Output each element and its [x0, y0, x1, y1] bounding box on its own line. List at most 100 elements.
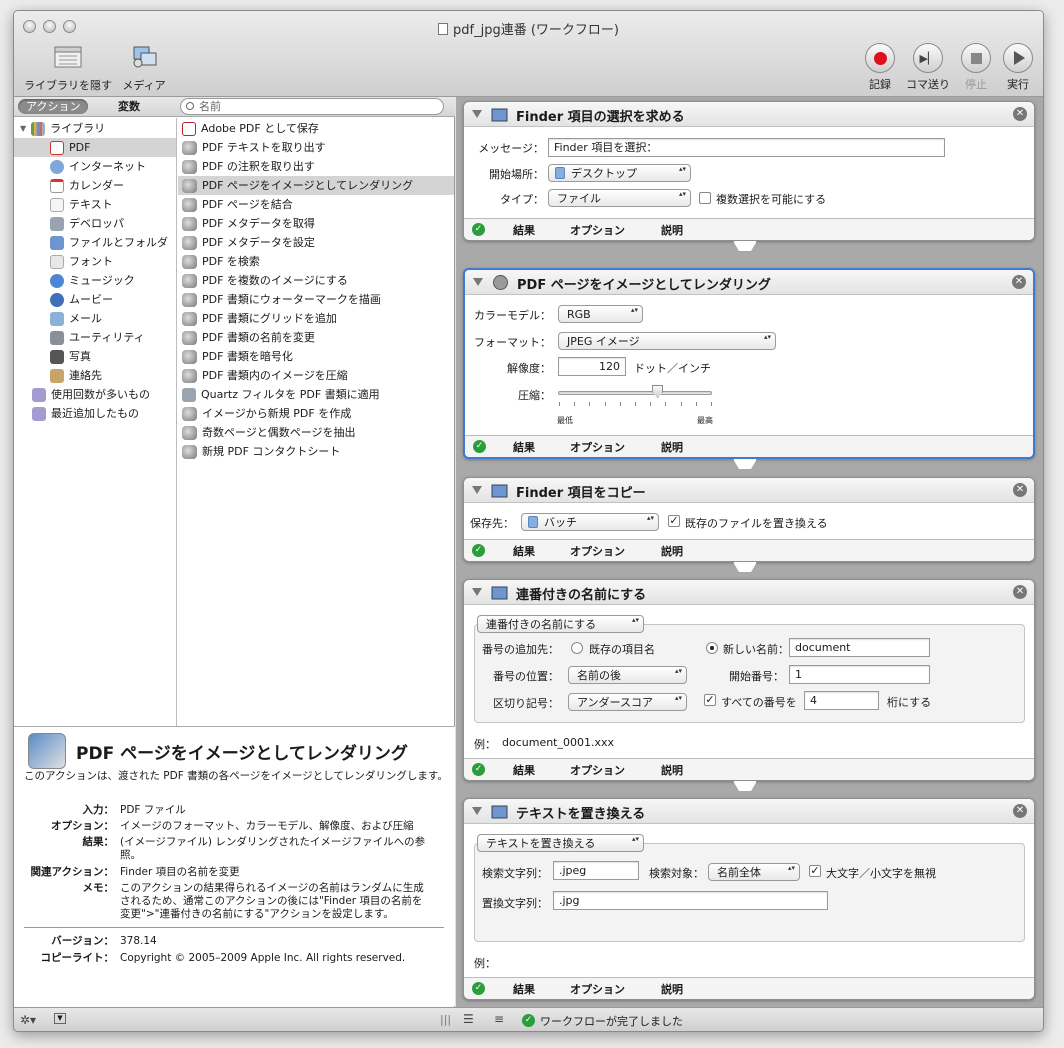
card-header[interactable]: 連番付きの名前にする ✕ — [464, 580, 1034, 605]
message-field[interactable]: Finder 項目を選択： — [548, 138, 945, 157]
action-item[interactable]: Adobe PDF として保存 — [178, 119, 454, 138]
tree-item-internet[interactable]: インターネット — [50, 157, 146, 176]
color-model-popup[interactable]: RGB — [558, 305, 643, 323]
digits-field[interactable]: 4 — [804, 691, 879, 710]
resolution-field[interactable]: 120 — [558, 357, 626, 376]
action-item[interactable]: PDF を検索 — [178, 252, 454, 271]
results-tab[interactable]: 結果 — [513, 543, 535, 559]
tree-item-most-used[interactable]: 使用回数が多いもの — [32, 385, 150, 404]
card-header[interactable]: Finder 項目をコピー ✕ — [464, 478, 1034, 503]
action-item[interactable]: PDF を複数のイメージにする — [178, 271, 454, 290]
action-item[interactable]: PDF の注釈を取り出す — [178, 157, 454, 176]
replace-existing-checkbox[interactable]: ✓ — [668, 515, 680, 527]
compression-slider[interactable] — [558, 391, 712, 395]
search-target-popup[interactable]: 名前全体 — [708, 863, 800, 881]
options-tab[interactable]: オプション — [570, 543, 625, 559]
tree-item-files-folders[interactable]: ファイルとフォルダ — [50, 233, 168, 252]
log-view-icon[interactable]: ≡ — [494, 1012, 504, 1026]
tree-item-developer[interactable]: デベロッパ — [50, 214, 124, 233]
type-popup[interactable]: ファイル — [548, 189, 691, 207]
rename-mode-popup[interactable]: 連番付きの名前にする — [477, 615, 644, 633]
all-numbers-checkbox[interactable]: ✓ — [704, 694, 716, 706]
action-item[interactable]: PDF テキストを取り出す — [178, 138, 454, 157]
results-tab[interactable]: 結果 — [513, 762, 535, 778]
disclosure-triangle-icon[interactable] — [473, 278, 483, 286]
replace-mode-popup[interactable]: テキストを置き換える — [477, 834, 644, 852]
action-item-selected[interactable]: PDF ページをイメージとしてレンダリング — [178, 176, 454, 195]
format-popup[interactable]: JPEG イメージ — [558, 332, 776, 350]
disclosure-triangle-icon[interactable] — [472, 588, 482, 596]
tree-item-photos[interactable]: 写真 — [50, 347, 91, 366]
record-button[interactable]: 記録 — [856, 43, 904, 92]
action-item[interactable]: Quartz フィルタを PDF 書類に適用 — [178, 385, 454, 404]
results-tab[interactable]: 結果 — [513, 981, 535, 997]
action-item[interactable]: PDF 書類を暗号化 — [178, 347, 454, 366]
toggle-description-icon[interactable]: ▼ — [54, 1013, 66, 1024]
remove-action-icon[interactable]: ✕ — [1013, 107, 1027, 121]
options-tab[interactable]: オプション — [570, 439, 625, 455]
description-tab[interactable]: 説明 — [661, 981, 683, 997]
pane-resize-handle[interactable]: ||| — [440, 1013, 451, 1026]
stop-button[interactable]: 停止 — [952, 43, 1000, 92]
search-field[interactable]: 名前 — [180, 98, 444, 115]
remove-action-icon[interactable]: ✕ — [1013, 483, 1027, 497]
card-header[interactable]: テキストを置き換える ✕ — [464, 799, 1034, 824]
action-item[interactable]: PDF 書類内のイメージを圧縮 — [178, 366, 454, 385]
options-tab[interactable]: オプション — [570, 981, 625, 997]
tab-actions[interactable]: アクション — [18, 99, 89, 114]
tree-item-fonts[interactable]: フォント — [50, 252, 113, 271]
tree-item-pdf[interactable]: PDF — [14, 138, 176, 157]
allow-multiple-checkbox[interactable] — [699, 192, 711, 204]
card-header[interactable]: PDF ページをイメージとしてレンダリング ✕ — [465, 270, 1033, 295]
action-item[interactable]: PDF 書類の名前を変更 — [178, 328, 454, 347]
separator-popup[interactable]: アンダースコア — [568, 693, 687, 711]
description-tab[interactable]: 説明 — [661, 222, 683, 238]
new-name-radio[interactable] — [706, 642, 718, 654]
action-item[interactable]: PDF ページを結合 — [178, 195, 454, 214]
results-tab[interactable]: 結果 — [513, 439, 535, 455]
hide-library-button[interactable]: ライブラリを隠す — [22, 44, 114, 93]
disclosure-triangle-icon[interactable] — [472, 486, 482, 494]
existing-name-radio[interactable] — [571, 642, 583, 654]
run-button[interactable]: 実行 — [994, 43, 1042, 92]
action-item[interactable]: イメージから新規 PDF を作成 — [178, 404, 454, 423]
action-item[interactable]: 奇数ページと偶数ページを抽出 — [178, 423, 454, 442]
description-tab[interactable]: 説明 — [661, 762, 683, 778]
start-location-popup[interactable]: デスクトップ — [548, 164, 691, 182]
action-item[interactable]: PDF メタデータを設定 — [178, 233, 454, 252]
number-position-popup[interactable]: 名前の後 — [568, 666, 687, 684]
remove-action-icon[interactable]: ✕ — [1013, 804, 1027, 818]
tab-variables[interactable]: 変数 — [110, 99, 148, 114]
start-number-field[interactable]: 1 — [789, 665, 930, 684]
disclosure-triangle-icon[interactable] — [472, 807, 482, 815]
ignore-case-checkbox[interactable]: ✓ — [809, 865, 821, 877]
remove-action-icon[interactable]: ✕ — [1012, 275, 1026, 289]
options-tab[interactable]: オプション — [570, 222, 625, 238]
action-item[interactable]: PDF 書類にグリッドを追加 — [178, 309, 454, 328]
description-tab[interactable]: 説明 — [661, 439, 683, 455]
tree-item-text[interactable]: テキスト — [50, 195, 113, 214]
list-view-icon[interactable]: ☰ — [463, 1012, 474, 1026]
tree-item-calendar[interactable]: カレンダー — [50, 176, 124, 195]
tree-item-contacts[interactable]: 連絡先 — [50, 366, 102, 385]
compression-slider-knob[interactable] — [652, 385, 664, 398]
tree-item-mail[interactable]: メール — [50, 309, 102, 328]
replace-text-field[interactable]: .jpg — [553, 891, 828, 910]
new-name-field[interactable]: document — [789, 638, 930, 657]
disclosure-triangle-icon[interactable] — [472, 110, 482, 118]
tree-item-movies[interactable]: ムービー — [50, 290, 113, 309]
action-item[interactable]: 新規 PDF コンタクトシート — [178, 442, 454, 461]
tree-item-utilities[interactable]: ユーティリティ — [50, 328, 145, 347]
media-button[interactable]: メディア — [118, 44, 170, 93]
find-text-field[interactable]: .jpeg — [553, 861, 639, 880]
action-item[interactable]: PDF メタデータを取得 — [178, 214, 454, 233]
action-item[interactable]: PDF 書類にウォーターマークを描画 — [178, 290, 454, 309]
results-tab[interactable]: 結果 — [513, 222, 535, 238]
tree-root-library[interactable]: ▼ ライブラリ — [20, 119, 105, 138]
description-tab[interactable]: 説明 — [661, 543, 683, 559]
destination-popup[interactable]: バッチ — [521, 513, 659, 531]
gear-icon[interactable]: ✲▾ — [20, 1013, 36, 1027]
options-tab[interactable]: オプション — [570, 762, 625, 778]
card-header[interactable]: Finder 項目の選択を求める ✕ — [464, 102, 1034, 127]
step-button[interactable]: ▶▏ コマ送り — [904, 43, 952, 92]
